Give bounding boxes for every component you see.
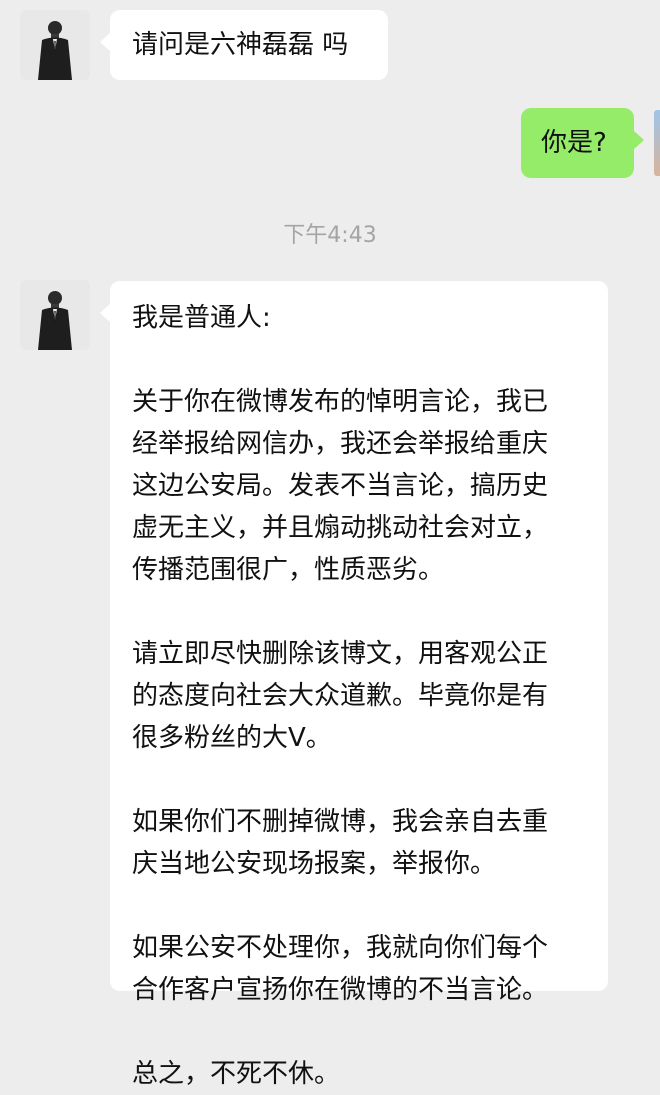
contact-avatar[interactable]	[20, 10, 90, 80]
message-line: 总之，不死不休。	[132, 1059, 341, 1089]
message-paragraph: 如果公安不处理你，我就向你们每个 合作客户宣扬你在微博的不当言论。	[132, 927, 586, 1011]
timestamp: 下午4:43	[283, 223, 377, 248]
message-paragraph: 请立即尽快删除该博文，用客观公正 的态度向社会大众道歉。毕竟你是有 很多粉丝的大…	[132, 633, 586, 759]
contact-avatar[interactable]	[20, 280, 90, 350]
incoming-message-bubble[interactable]: 请问是六神磊磊 吗	[100, 10, 388, 80]
outgoing-message-bubble[interactable]: 你是?	[521, 108, 644, 178]
message-line: 我是普通人:	[132, 303, 271, 333]
message-text: 你是?	[541, 128, 607, 158]
message-line: 这边公安局。发表不当言论，搞历史	[132, 471, 549, 501]
avatar-man-in-suit-icon	[20, 10, 90, 80]
message-line: 的态度向社会大众道歉。毕竟你是有	[132, 681, 549, 711]
message-line: 如果你们不删掉微博，我会亲自去重	[132, 807, 549, 837]
message-line: 虚无主义，并且煽动挑动社会对立，	[132, 513, 549, 543]
message-line: 关于你在微博发布的悼明言论，我已	[132, 387, 549, 417]
message-line: 传播范围很广，性质恶劣。	[132, 555, 445, 585]
message-line: 很多粉丝的大V。	[132, 723, 332, 753]
message-line: 如果公安不处理你，我就向你们每个	[132, 933, 549, 963]
message-paragraph: 我是普通人:	[132, 297, 586, 339]
message-paragraph: 关于你在微博发布的悼明言论，我已 经举报给网信办，我还会举报给重庆 这边公安局。…	[132, 381, 586, 591]
avatar-man-in-suit-icon	[20, 280, 90, 350]
message-line: 经举报给网信办，我还会举报给重庆	[132, 429, 549, 459]
message-line: 请立即尽快删除该博文，用客观公正	[132, 639, 549, 669]
incoming-message-bubble[interactable]: 我是普通人: 关于你在微博发布的悼明言论，我已 经举报给网信办，我还会举报给重庆…	[100, 281, 608, 1089]
message-line: 庆当地公安现场报案，举报你。	[132, 849, 497, 879]
message-paragraph: 如果你们不删掉微博，我会亲自去重 庆当地公安现场报案，举报你。	[132, 801, 586, 885]
message-paragraph: 总之，不死不休。	[132, 1053, 586, 1095]
my-avatar[interactable]	[654, 110, 660, 176]
message-text: 请问是六神磊磊 吗	[132, 30, 349, 60]
message-line: 合作客户宣扬你在微博的不当言论。	[132, 975, 549, 1005]
